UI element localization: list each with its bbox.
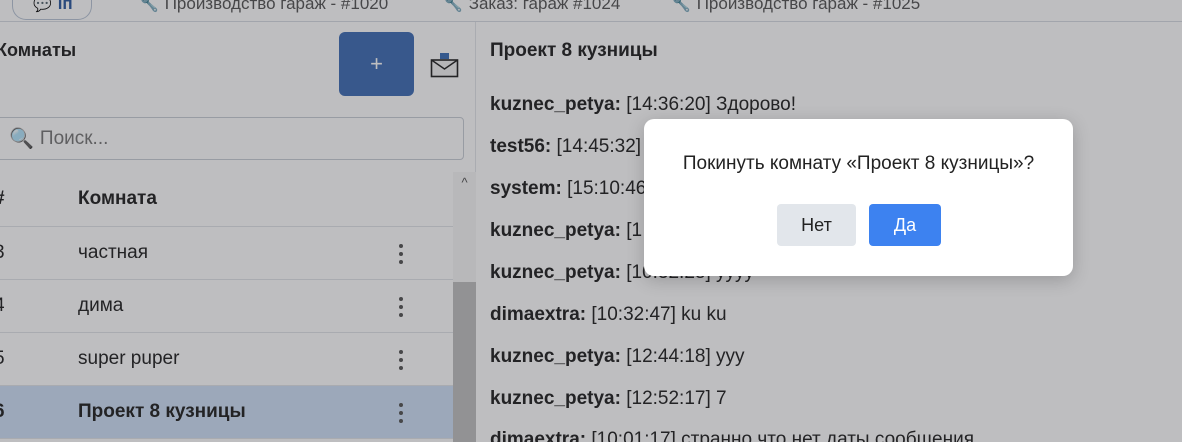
dialog-question: Покинуть комнату «Проект 8 кузницы»? (682, 153, 1035, 174)
yes-button[interactable]: Да (869, 204, 941, 246)
leave-room-dialog: Покинуть комнату «Проект 8 кузницы»? Нет… (644, 119, 1073, 276)
no-button[interactable]: Нет (777, 204, 856, 246)
